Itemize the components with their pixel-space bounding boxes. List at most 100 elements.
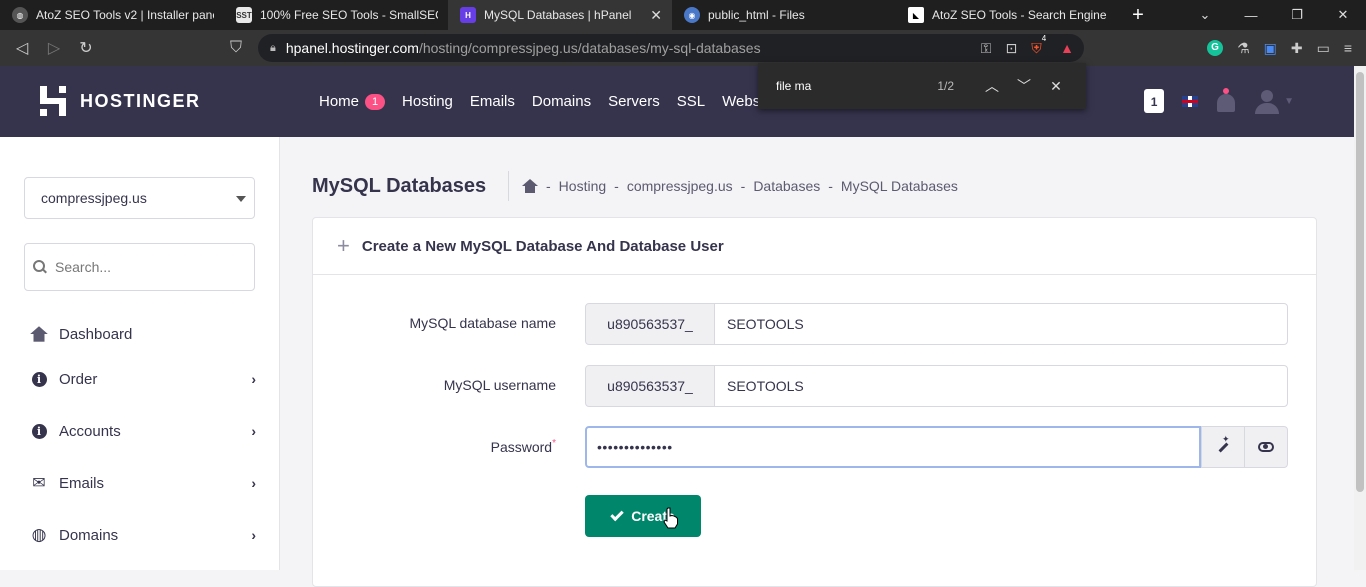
chevron-down-icon[interactable]: ▼ bbox=[1284, 96, 1294, 107]
forward-icon[interactable]: ▷ bbox=[38, 38, 70, 58]
brave-rewards-icon[interactable]: ▲ bbox=[1060, 40, 1074, 57]
minimize-icon[interactable]: — bbox=[1228, 8, 1274, 23]
breadcrumb-hosting[interactable]: Hosting bbox=[559, 178, 606, 194]
avatar[interactable] bbox=[1254, 88, 1280, 114]
password-row: Password* bbox=[313, 426, 1318, 468]
create-button[interactable]: Create bbox=[585, 495, 701, 537]
address-bar[interactable]: 🔒︎ hpanel.hostinger.com/hosting/compress… bbox=[258, 34, 1084, 62]
browser-tab-0[interactable]: ◍ AtoZ SEO Tools v2 | Installer panel bbox=[0, 0, 224, 30]
sidebar-item-dashboard[interactable]: Dashboard bbox=[30, 322, 260, 346]
breadcrumb-site[interactable]: compressjpeg.us bbox=[627, 178, 733, 194]
translate-icon[interactable]: ▣ bbox=[1264, 40, 1277, 57]
nav-ssl[interactable]: SSL bbox=[677, 93, 705, 110]
lens-icon[interactable]: ⊡ bbox=[1005, 40, 1017, 57]
page-scrollbar[interactable] bbox=[1354, 66, 1366, 570]
envelope-icon: ✉ bbox=[32, 475, 46, 492]
info-icon: i bbox=[30, 370, 48, 388]
card-header[interactable]: + Create a New MySQL Database And Databa… bbox=[313, 218, 1316, 275]
brave-badge: 4 bbox=[1041, 33, 1047, 43]
search-icon bbox=[33, 260, 47, 274]
doc-icon: ◣ bbox=[908, 7, 924, 23]
sidebar-search bbox=[24, 243, 255, 291]
browser-toolbar: ◁ ▷ ↻ ⛉ 🔒︎ hpanel.hostinger.com/hosting/… bbox=[0, 30, 1366, 66]
puzzle-icon[interactable]: ✚ bbox=[1291, 40, 1303, 57]
tab-title: MySQL Databases | hPanel bbox=[484, 8, 632, 22]
hostinger-logo[interactable]: HOSTINGER bbox=[40, 86, 201, 116]
bookmark-icon[interactable]: ⛉ bbox=[220, 39, 252, 57]
extension-icon[interactable]: ⚗ bbox=[1237, 40, 1250, 57]
uk-flag-icon[interactable] bbox=[1182, 95, 1199, 107]
nav-emails[interactable]: Emails bbox=[470, 93, 515, 110]
sidebar-item-label: Accounts bbox=[59, 422, 121, 440]
header-actions: 1 ▼ bbox=[1144, 88, 1294, 114]
db-name-input[interactable] bbox=[714, 303, 1288, 345]
scrollbar-thumb[interactable] bbox=[1356, 72, 1364, 492]
sidebar-item-emails[interactable]: ✉ Emails › bbox=[30, 471, 260, 495]
url-path: /hosting/compressjpeg.us/databases/my-sq… bbox=[418, 40, 761, 56]
close-tab-icon[interactable]: ✕ bbox=[650, 7, 662, 24]
find-prev-icon[interactable]: ︿ bbox=[976, 76, 1008, 96]
browser-tab-1[interactable]: SST 100% Free SEO Tools - SmallSEOTo bbox=[224, 0, 448, 30]
key-icon[interactable]: ⚿ bbox=[981, 40, 992, 57]
nav-servers[interactable]: Servers bbox=[608, 93, 660, 110]
find-count: 1/2 bbox=[937, 79, 954, 93]
cart-icon[interactable]: 1 bbox=[1144, 89, 1165, 113]
globe-icon: ◍ bbox=[12, 7, 28, 23]
home-icon[interactable] bbox=[522, 179, 538, 193]
menu-icon[interactable]: ≡ bbox=[1344, 40, 1352, 56]
url-host: hpanel.hostinger.com bbox=[285, 40, 419, 56]
browser-tab-2[interactable]: H MySQL Databases | hPanel ✕ bbox=[448, 0, 672, 30]
username-input[interactable] bbox=[714, 365, 1288, 407]
sidebar-item-order[interactable]: i Order › bbox=[30, 367, 260, 391]
show-password-button[interactable] bbox=[1244, 426, 1288, 468]
close-window-icon[interactable]: ✕ bbox=[1320, 7, 1366, 23]
wallet-icon[interactable]: ▭ bbox=[1317, 40, 1330, 57]
sidebar-item-domains[interactable]: ◍ Domains › bbox=[30, 523, 260, 547]
back-icon[interactable]: ◁ bbox=[6, 38, 38, 58]
tab-search-icon[interactable]: ⌄ bbox=[1182, 7, 1228, 23]
check-icon bbox=[610, 507, 624, 521]
site-selector[interactable]: compressjpeg.us bbox=[24, 177, 255, 219]
app-header: HOSTINGER Home 1 Hosting Emails Domains S… bbox=[0, 66, 1354, 137]
globe-icon: ◍ bbox=[31, 525, 47, 544]
nav-domains[interactable]: Domains bbox=[532, 93, 591, 110]
breadcrumb-databases[interactable]: Databases bbox=[753, 178, 820, 194]
hand-cursor-icon bbox=[663, 507, 678, 529]
reload-icon[interactable]: ↻ bbox=[70, 38, 102, 58]
new-tab-button[interactable]: + bbox=[1120, 0, 1156, 30]
hostinger-icon: H bbox=[460, 7, 476, 23]
browser-tab-3[interactable]: ◉ public_html - Files bbox=[672, 0, 896, 30]
sidebar-item-label: Order bbox=[59, 370, 98, 388]
tab-title: AtoZ SEO Tools v2 | Installer panel bbox=[36, 8, 214, 22]
restore-icon[interactable]: ❐ bbox=[1274, 7, 1320, 23]
db-name-row: MySQL database name u890563537_ bbox=[313, 303, 1318, 345]
chevron-right-icon: › bbox=[251, 475, 256, 491]
sidebar-search-input[interactable] bbox=[55, 259, 235, 275]
find-next-icon[interactable]: ﹀ bbox=[1008, 76, 1040, 96]
db-name-label: MySQL database name bbox=[409, 315, 556, 331]
browser-tab-strip: ◍ AtoZ SEO Tools v2 | Installer panel SS… bbox=[0, 0, 1366, 30]
browser-tab-4[interactable]: ◣ AtoZ SEO Tools - Search Engine Op bbox=[896, 0, 1120, 30]
breadcrumb-current: MySQL Databases bbox=[840, 178, 958, 194]
brave-shield-icon[interactable]: ⛨ bbox=[1031, 40, 1042, 57]
grammarly-icon[interactable]: G bbox=[1207, 40, 1224, 56]
sidebar-item-label: Dashboard bbox=[59, 325, 133, 343]
tab-title: public_html - Files bbox=[708, 8, 805, 22]
required-mark: * bbox=[552, 438, 556, 449]
nav-home[interactable]: Home 1 bbox=[319, 93, 386, 110]
info-icon: i bbox=[30, 422, 48, 440]
create-database-card: + Create a New MySQL Database And Databa… bbox=[312, 217, 1317, 587]
db-name-prefix: u890563537_ bbox=[585, 303, 715, 345]
nav-hosting[interactable]: Hosting bbox=[402, 93, 453, 110]
bell-icon[interactable] bbox=[1216, 88, 1236, 114]
magic-wand-icon bbox=[1216, 434, 1230, 454]
find-input[interactable]: file ma bbox=[776, 79, 937, 93]
password-label: Password* bbox=[490, 438, 556, 455]
window-controls: ⌄ — ❐ ✕ bbox=[1182, 0, 1366, 30]
sidebar: compressjpeg.us Dashboard i Order › i Ac… bbox=[0, 137, 280, 570]
find-close-icon[interactable]: ✕ bbox=[1040, 78, 1072, 95]
generate-password-button[interactable] bbox=[1201, 426, 1245, 468]
sidebar-item-accounts[interactable]: i Accounts › bbox=[30, 419, 260, 443]
password-input[interactable] bbox=[585, 426, 1201, 468]
hostinger-logo-icon bbox=[40, 86, 66, 116]
